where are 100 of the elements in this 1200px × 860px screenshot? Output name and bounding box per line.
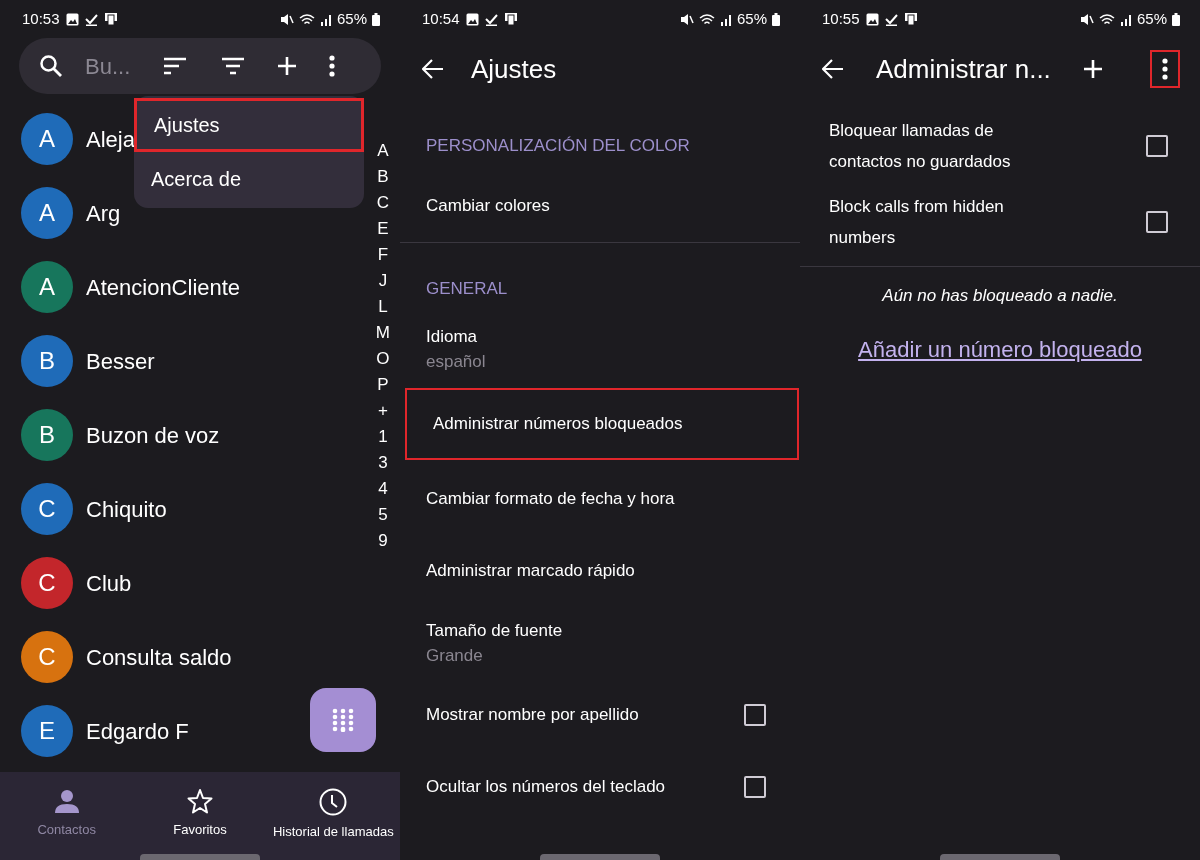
item-value: Grande (426, 645, 484, 667)
menu-item[interactable]: Acerca de (134, 152, 364, 206)
add-icon[interactable] (277, 56, 297, 76)
index-letter[interactable]: 9 (378, 528, 388, 554)
settings-item[interactable]: Mostrar nombre por apellido (400, 679, 800, 751)
settings-item[interactable]: Ocultar los números del teclado (400, 751, 800, 823)
screen-title: Ajustes (471, 52, 557, 86)
index-letter[interactable]: 5 (378, 502, 388, 528)
checkbox[interactable] (1146, 211, 1168, 233)
index-letter[interactable]: C (376, 190, 390, 216)
item-title: Idioma (426, 325, 479, 348)
contact-name[interactable]: Club (86, 566, 132, 600)
battery-icon (772, 12, 780, 26)
settings-item[interactable]: Tamaño de fuente Grande (400, 607, 800, 679)
clock-icon (319, 788, 348, 816)
checkbox[interactable] (744, 704, 766, 726)
dialpad-button[interactable] (310, 688, 376, 752)
item-title: Ocultar los números del teclado (426, 776, 666, 799)
nav-tab[interactable]: Favoritos (133, 772, 267, 850)
index-letter[interactable]: P (377, 372, 389, 398)
battery-icon (1172, 12, 1180, 26)
index-letter[interactable]: B (377, 164, 389, 190)
contact-avatar: A (21, 261, 73, 313)
item-title: Cambiar formato de fecha y hora (426, 488, 675, 511)
battery-percent: 65% (336, 8, 367, 29)
search-icon[interactable] (39, 54, 63, 78)
clock-time: 10:54 (422, 8, 460, 29)
index-letter[interactable]: J (378, 268, 388, 294)
person-icon (53, 788, 80, 814)
contact-avatar: C (21, 631, 73, 683)
device-icon (103, 12, 118, 26)
contact-name[interactable]: Arg (86, 196, 121, 230)
contact-name[interactable]: Buzon de voz (86, 418, 220, 452)
back-icon[interactable] (822, 59, 844, 79)
settings-item[interactable]: Administrar marcado rápido (400, 535, 800, 607)
screen-title: Administrar n... (876, 52, 1051, 86)
more-icon (1162, 58, 1168, 80)
settings-item[interactable]: Administrar números bloqueados (405, 388, 799, 460)
contact-avatar: A (21, 113, 73, 165)
dialpad-icon (332, 708, 354, 732)
settings-item[interactable]: Idioma español (400, 313, 800, 385)
clock-time: 10:55 (822, 8, 860, 29)
checkbox[interactable] (1146, 135, 1168, 157)
contact-name[interactable]: Consulta saldo (86, 640, 232, 674)
item-title: Cambiar colores (426, 195, 550, 218)
battery-icon (372, 12, 380, 26)
filter-icon[interactable] (221, 57, 245, 75)
nav-tab[interactable]: Contactos (0, 772, 134, 850)
mute-icon (679, 12, 694, 26)
index-letter[interactable]: 3 (378, 450, 388, 476)
settings-item[interactable]: Cambiar colores (400, 170, 800, 242)
contact-avatar: C (21, 483, 73, 535)
item-title: Administrar marcado rápido (426, 560, 635, 583)
checkbox[interactable] (744, 776, 766, 798)
item-title: Mostrar nombre por apellido (426, 704, 639, 727)
index-letter[interactable]: + (377, 398, 388, 424)
add-blocked-link[interactable]: Añadir un número bloqueado (858, 332, 1142, 366)
image-icon (65, 12, 79, 26)
contact-name[interactable]: Besser (86, 344, 155, 378)
contact-name[interactable]: Chiquito (86, 492, 167, 526)
search-field[interactable]: Bu... (85, 49, 145, 83)
index-letter[interactable]: L (378, 294, 388, 320)
contact-name[interactable]: AtencionCliente (86, 270, 241, 304)
back-icon[interactable] (422, 59, 444, 79)
check-icon (484, 12, 498, 26)
index-letter[interactable]: O (376, 346, 390, 372)
settings-item[interactable]: Cambiar formato de fecha y hora (400, 463, 800, 535)
item-title: Administrar números bloqueados (433, 413, 683, 436)
menu-item[interactable]: Ajustes (134, 98, 364, 152)
option-label: Block calls from hidden numbers (829, 196, 1005, 249)
star-icon (187, 788, 213, 814)
section-header: PERSONALIZACIÓN DEL COLOR (426, 134, 690, 157)
mute-icon (279, 12, 294, 26)
check-icon (84, 12, 98, 26)
contact-avatar: B (21, 409, 73, 461)
section-header: GENERAL (426, 277, 508, 300)
contact-avatar: B (21, 335, 73, 387)
more-icon[interactable] (329, 55, 335, 77)
sort-icon[interactable] (163, 57, 187, 75)
contact-name[interactable]: Edgardo F (86, 714, 189, 748)
contact-avatar: C (21, 557, 73, 609)
signal-icon (319, 12, 332, 26)
index-letter[interactable]: E (377, 216, 389, 242)
wifi-icon (1098, 12, 1115, 26)
signal-icon (1119, 12, 1132, 26)
index-letter[interactable]: 4 (378, 476, 388, 502)
contact-name[interactable]: Aleja (86, 122, 135, 156)
item-value: español (426, 351, 486, 373)
more-button[interactable] (1150, 50, 1180, 88)
contact-avatar: A (21, 187, 73, 239)
index-letter[interactable]: F (377, 242, 389, 268)
index-letter[interactable]: A (377, 138, 389, 164)
index-letter[interactable]: M (375, 320, 390, 346)
check-icon (884, 12, 898, 26)
nav-tab[interactable]: Historial de llamadas (266, 772, 400, 850)
image-icon (865, 12, 879, 26)
add-icon[interactable] (1082, 59, 1103, 79)
option-label: Bloquear llamadas de contactos no guardados (829, 120, 1012, 173)
index-letter[interactable]: 1 (378, 424, 388, 450)
contact-avatar: E (21, 705, 73, 757)
